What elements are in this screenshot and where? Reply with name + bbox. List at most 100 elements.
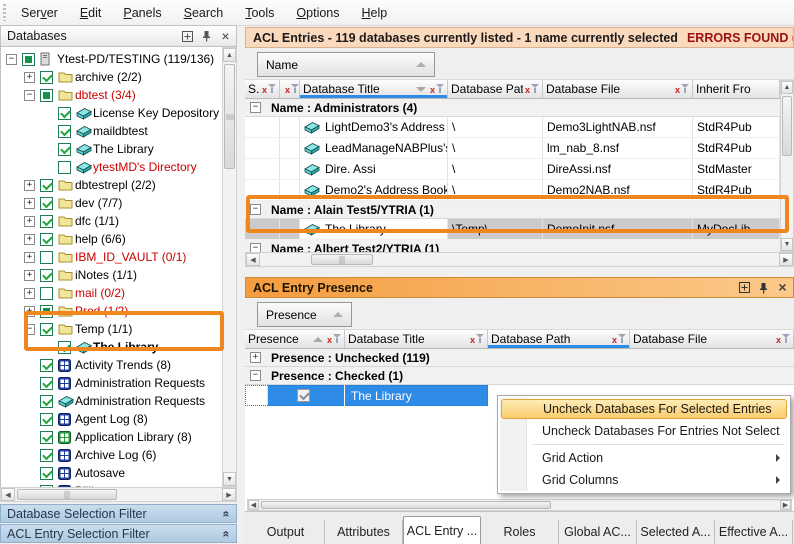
grid-row[interactable]: LeadManageNABPlus's A...\lm_nab_8.nsfStd… bbox=[245, 138, 794, 159]
checkbox-on[interactable] bbox=[40, 377, 53, 390]
tab-roles[interactable]: Roles bbox=[481, 520, 559, 544]
database-title-cell[interactable]: LightDemo3's Address Bo... bbox=[300, 117, 448, 137]
scrollbar-thumb[interactable] bbox=[17, 489, 117, 500]
acl-grid-horizontal-scrollbar[interactable]: ◀ ▶ bbox=[245, 252, 794, 267]
expand-box-icon[interactable]: + bbox=[24, 180, 35, 191]
scroll-down-button[interactable]: ▼ bbox=[223, 472, 236, 486]
filter-icon[interactable]: x bbox=[285, 83, 299, 95]
database-path-cell[interactable]: \ bbox=[448, 159, 543, 179]
grid-row[interactable]: Dire. Assi\DireAssi.nsfStdMaster bbox=[245, 159, 794, 180]
scroll-right-button[interactable]: ▶ bbox=[222, 488, 236, 501]
tree-item[interactable]: Autosave bbox=[1, 464, 222, 482]
tree-item[interactable]: −Ytest-PD/TESTING (119/136) bbox=[1, 50, 222, 68]
checkbox-partial[interactable] bbox=[40, 89, 53, 102]
filter-icon[interactable]: x bbox=[430, 83, 444, 95]
selected-presence-row[interactable]: The Library bbox=[245, 385, 488, 406]
checkbox-partial[interactable] bbox=[22, 53, 35, 66]
checkbox-on[interactable] bbox=[40, 467, 53, 480]
tree-item[interactable]: +help (6/6) bbox=[1, 230, 222, 248]
pin-icon[interactable] bbox=[757, 281, 770, 294]
expand-box-icon[interactable]: + bbox=[24, 198, 35, 209]
database-title-cell[interactable]: Dire. Assi bbox=[300, 159, 448, 179]
checkbox-on[interactable] bbox=[58, 125, 71, 138]
database-title-cell[interactable]: LeadManageNABPlus's A... bbox=[300, 138, 448, 158]
group-row[interactable]: −Name : Administrators (4) bbox=[245, 99, 794, 117]
checkbox-partial[interactable] bbox=[40, 305, 53, 318]
tree-item[interactable]: +dfc (1/1) bbox=[1, 212, 222, 230]
expand-box-icon[interactable]: + bbox=[24, 216, 35, 227]
tree-item[interactable]: Activity Trends (8) bbox=[1, 356, 222, 374]
group-row[interactable]: −Name : Alain Test5/YTRIA (1) bbox=[245, 201, 794, 219]
menu-item-panels[interactable]: Panels bbox=[112, 2, 172, 24]
scrollbar-thumb[interactable] bbox=[782, 96, 792, 156]
scroll-up-button[interactable]: ▲ bbox=[781, 81, 793, 94]
flag-cell[interactable] bbox=[280, 159, 300, 179]
group-row-unchecked[interactable]: + Presence : Unchecked (119) bbox=[245, 349, 794, 367]
filter-icon[interactable]: x bbox=[675, 83, 689, 95]
column-header-blank[interactable]: x bbox=[280, 80, 300, 98]
tree-horizontal-scrollbar[interactable]: ◀ ▶ bbox=[0, 487, 237, 502]
collapse-box-icon[interactable]: − bbox=[24, 324, 35, 335]
tree-item[interactable]: +Prod (1/2) bbox=[1, 302, 222, 320]
checkbox-on[interactable] bbox=[58, 107, 71, 120]
checkbox-on[interactable] bbox=[40, 413, 53, 426]
checkbox-on[interactable] bbox=[40, 395, 53, 408]
expand-box-icon[interactable]: + bbox=[250, 352, 261, 363]
collapse-chevron-icon[interactable]: « bbox=[220, 510, 234, 517]
database-title-cell[interactable]: Demo2's Address Book bbox=[300, 180, 448, 200]
tab-attributes[interactable]: Attributes bbox=[325, 520, 403, 544]
grid-row[interactable]: LightDemo3's Address Bo...\Demo3LightNAB… bbox=[245, 117, 794, 138]
collapse-box-icon[interactable]: − bbox=[250, 370, 261, 381]
column-header-database-path[interactable]: Database Pathx bbox=[448, 80, 543, 98]
column-header-inherit-fro[interactable]: Inherit Fro bbox=[693, 80, 780, 98]
tab-global-ac-[interactable]: Global AC... bbox=[559, 520, 637, 544]
checkbox-on[interactable] bbox=[58, 143, 71, 156]
database-title-cell[interactable]: The Library bbox=[345, 385, 488, 406]
collapse-box-icon[interactable]: − bbox=[250, 102, 261, 113]
group-row-checked[interactable]: − Presence : Checked (1) bbox=[245, 367, 794, 385]
maximize-icon[interactable] bbox=[181, 30, 194, 43]
tree-item[interactable]: +dbtestrepl (2/2) bbox=[1, 176, 222, 194]
expand-box-icon[interactable]: + bbox=[24, 252, 35, 263]
checkbox-on[interactable] bbox=[40, 323, 53, 336]
toolbar-grip[interactable] bbox=[3, 4, 6, 21]
database-file-cell[interactable]: DireAssi.nsf bbox=[543, 159, 693, 179]
menu-item-options[interactable]: Options bbox=[285, 2, 350, 24]
checkbox-on[interactable] bbox=[40, 179, 53, 192]
collapse-box-icon[interactable]: − bbox=[250, 204, 261, 215]
scrollbar-thumb[interactable] bbox=[224, 64, 235, 169]
flag-cell[interactable] bbox=[280, 180, 300, 200]
expand-box-icon[interactable]: + bbox=[24, 306, 35, 317]
tree-item[interactable]: −dbtest (3/4) bbox=[1, 86, 222, 104]
inherit-from-cell[interactable]: StdR4Pub bbox=[693, 180, 780, 200]
expand-box-icon[interactable]: + bbox=[24, 72, 35, 83]
filter-icon[interactable]: x bbox=[776, 333, 790, 345]
database-file-cell[interactable]: Demo3LightNAB.nsf bbox=[543, 117, 693, 137]
selector-cell[interactable] bbox=[245, 159, 280, 179]
inherit-from-cell[interactable]: StdR4Pub bbox=[693, 117, 780, 137]
database-file-cell[interactable]: lm_nab_8.nsf bbox=[543, 138, 693, 158]
tree-item[interactable]: ytestMD's Directory bbox=[1, 158, 222, 176]
tree-item[interactable]: Administration Requests bbox=[1, 374, 222, 392]
database-path-cell[interactable]: \ bbox=[448, 117, 543, 137]
menu-item-server[interactable]: Server bbox=[10, 2, 69, 24]
checkbox-checked-disabled[interactable] bbox=[297, 389, 310, 402]
tree-item[interactable]: License Key Depository bbox=[1, 104, 222, 122]
database-selection-filter-bar[interactable]: Database Selection Filter « bbox=[0, 504, 237, 523]
scroll-left-button[interactable]: ◀ bbox=[248, 500, 259, 510]
tree-item[interactable]: Agent Log (8) bbox=[1, 410, 222, 428]
menu-item-search[interactable]: Search bbox=[173, 2, 235, 24]
tree-item[interactable]: The Library bbox=[1, 338, 222, 356]
column-header-presence[interactable]: Presencex bbox=[245, 330, 345, 348]
collapse-chevron-icon[interactable]: « bbox=[220, 530, 234, 537]
scroll-right-button[interactable]: ▶ bbox=[780, 500, 791, 510]
tree-item[interactable]: The Library bbox=[1, 140, 222, 158]
database-title-cell[interactable]: The Library bbox=[300, 219, 448, 239]
close-icon[interactable]: × bbox=[219, 30, 232, 43]
database-path-cell[interactable]: \Temp\ bbox=[448, 219, 543, 239]
tree-item[interactable]: +mail (0/2) bbox=[1, 284, 222, 302]
flag-cell[interactable] bbox=[280, 219, 300, 239]
scroll-right-button[interactable]: ▶ bbox=[779, 253, 793, 266]
selector-cell[interactable] bbox=[245, 180, 280, 200]
expand-box-icon[interactable]: + bbox=[24, 234, 35, 245]
